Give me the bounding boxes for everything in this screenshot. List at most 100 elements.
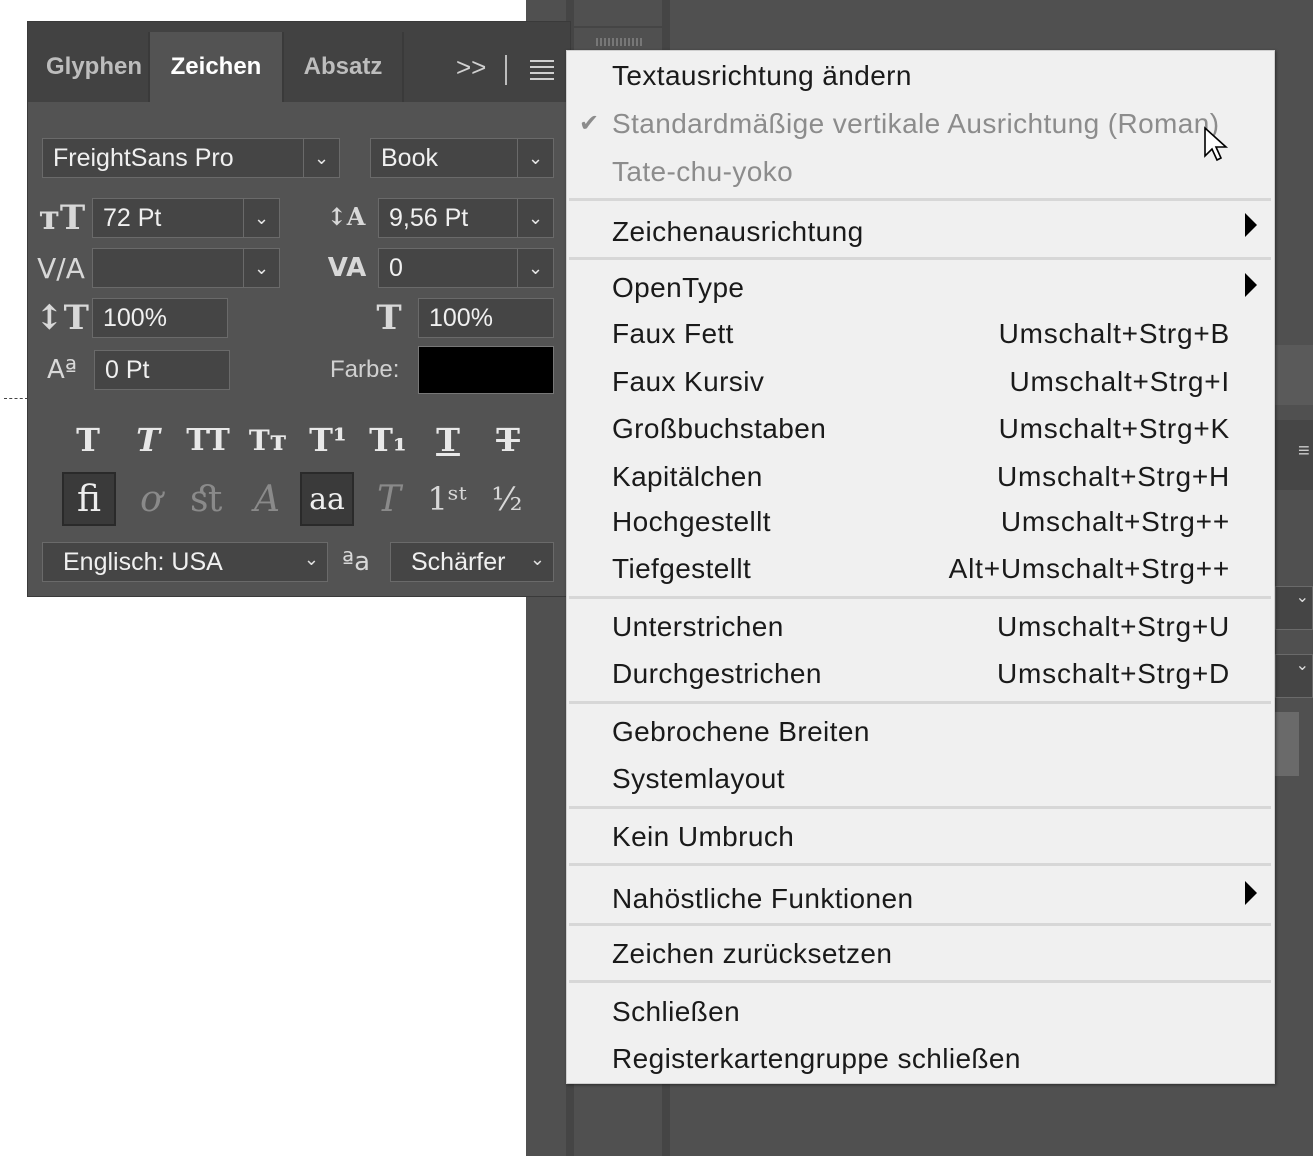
language-value: Englisch: USA [63, 547, 223, 576]
panel-flyout-menu: Textausrichtung ändern ✔ Standardmäßige … [566, 50, 1275, 1084]
vertical-scale-icon: ↕T [35, 298, 89, 338]
color-swatch[interactable] [418, 346, 554, 394]
chevron-down-icon[interactable]: ⌄ [303, 139, 339, 177]
tracking-field[interactable]: 0 ⌄ [378, 248, 554, 288]
standard-ligatures-icon[interactable]: ﬁ [62, 472, 116, 526]
baseline-shift-icon: Aª [46, 355, 78, 385]
menu-separator [569, 806, 1271, 809]
strikethrough-icon[interactable]: T [482, 418, 534, 462]
character-panel: Glyphen Zeichen Absatz >> FreightSans Pr… [28, 22, 570, 596]
menu-separator [569, 923, 1271, 926]
menu-item-system-layout[interactable]: Systemlayout [612, 762, 785, 796]
shortcut-small-caps: Umschalt+Strg+H [997, 461, 1230, 492]
menu-item-tate-chu-yoko[interactable]: Tate-chu-yoko [612, 155, 793, 189]
font-family-select[interactable]: FreightSans Pro ⌄ [42, 138, 340, 178]
menu-item-all-caps[interactable]: Großbuchstaben [612, 412, 826, 446]
all-caps-icon[interactable]: TT [182, 418, 234, 462]
tab-divider [402, 32, 404, 102]
kerning-field[interactable]: ⌄ [92, 248, 280, 288]
panel-grip[interactable] [596, 38, 644, 46]
vertical-scale-field[interactable]: 100% [92, 298, 228, 338]
kerning-icon: V/A [37, 251, 85, 285]
shortcut-subscript: Alt+Umschalt+Strg++ [948, 553, 1230, 584]
hamburger-icon[interactable] [530, 60, 554, 80]
ordinals-icon[interactable]: 1ˢᵗ [420, 472, 474, 526]
shortcut-faux-bold: Umschalt+Strg+B [998, 318, 1230, 349]
baseline-shift-value: 0 Pt [105, 355, 150, 384]
side-panel-menu-icon[interactable]: ≡ [1298, 440, 1312, 462]
titling-alternates-icon[interactable]: T [362, 472, 416, 526]
chevron-down-icon[interactable]: ⌄ [243, 249, 279, 287]
chevron-down-icon[interactable]: ⌄ [517, 249, 553, 287]
fractions-icon[interactable]: ½ [480, 472, 534, 526]
menu-item-subscript[interactable]: Tiefgestellt [612, 552, 751, 586]
tab-zeichen[interactable]: Zeichen [150, 32, 282, 102]
menu-item-faux-bold[interactable]: Faux Fett [612, 317, 734, 351]
menu-item-middle-eastern[interactable]: Nahöstliche Funktionen [612, 882, 913, 916]
menu-separator [569, 980, 1271, 983]
font-size-field[interactable]: 72 Pt ⌄ [92, 198, 280, 238]
chevron-down-icon[interactable]: ⌄ [243, 199, 279, 237]
panel-dock-divider [574, 26, 664, 28]
vertical-scale-value: 100% [103, 303, 167, 332]
menu-item-char-alignment[interactable]: Zeichenausrichtung [612, 215, 864, 249]
antialias-icon: ªa [341, 547, 371, 577]
menu-item-no-break[interactable]: Kein Umbruch [612, 820, 794, 854]
side-panel-dropdown[interactable]: ⌄ [1275, 654, 1313, 698]
language-select[interactable]: Englisch: USA ⌄ [42, 542, 328, 582]
leading-icon: ↕A [326, 201, 366, 231]
stylistic-alternates-icon[interactable]: aa [300, 472, 354, 526]
superscript-icon[interactable]: T¹ [302, 418, 354, 462]
menu-item-text-orientation[interactable]: Textausrichtung ändern [612, 59, 912, 93]
antialias-value: Schärfer [411, 547, 506, 576]
menu-item-fractional-widths[interactable]: Gebrochene Breiten [612, 715, 870, 749]
double-chevron-icon[interactable]: >> [456, 52, 486, 83]
menu-item-superscript[interactable]: Hochgestellt [612, 505, 771, 539]
menu-item-strikethrough[interactable]: Durchgestrichen [612, 657, 822, 691]
menu-item-opentype[interactable]: OpenType [612, 271, 744, 305]
italic-style-icon[interactable]: T [122, 418, 174, 462]
side-panel-scrollbar[interactable] [1275, 712, 1299, 776]
tab-glyphen[interactable]: Glyphen [38, 32, 150, 102]
menu-separator [569, 596, 1271, 599]
menu-item-close-tab-group[interactable]: Registerkartengruppe schließen [612, 1042, 1021, 1076]
checkmark-icon: ✔ [579, 110, 600, 137]
small-caps-icon[interactable]: Tт [242, 418, 294, 462]
font-size-icon: ᴛT [38, 198, 86, 238]
discretionary-ligatures-icon[interactable]: ﬆ [180, 472, 234, 526]
shortcut-strikethrough: Umschalt+Strg+D [997, 658, 1230, 689]
swash-icon[interactable]: A [240, 472, 294, 526]
font-size-value: 72 Pt [103, 203, 162, 232]
tracking-icon: VA [327, 253, 367, 283]
horizontal-scale-field[interactable]: 100% [418, 298, 554, 338]
side-panel-dropdown[interactable]: ⌄ [1275, 586, 1313, 630]
bold-style-icon[interactable]: T [62, 418, 114, 462]
contextual-alternates-icon[interactable]: ơ [124, 472, 178, 526]
chevron-down-icon[interactable]: ⌄ [517, 139, 553, 177]
menu-item-reset-character[interactable]: Zeichen zurücksetzen [612, 937, 892, 971]
underline-icon[interactable]: T [422, 418, 474, 462]
tracking-value: 0 [389, 253, 403, 282]
chevron-down-icon: ⌄ [303, 549, 319, 569]
leading-value: 9,56 Pt [389, 203, 469, 232]
menu-item-underline[interactable]: Unterstrichen [612, 610, 784, 644]
antialias-select[interactable]: Schärfer ⌄ [390, 542, 554, 582]
font-style-select[interactable]: Book ⌄ [370, 138, 554, 178]
shortcut-superscript: Umschalt+Strg++ [1000, 506, 1230, 537]
menu-separator [569, 701, 1271, 704]
horizontal-scale-icon: T [376, 298, 402, 338]
triangle-right-icon [1245, 213, 1257, 237]
panel-tab-bar: Glyphen Zeichen Absatz >> [28, 22, 570, 102]
menu-item-small-caps[interactable]: Kapitälchen [612, 460, 763, 494]
menu-item-close[interactable]: Schließen [612, 995, 740, 1029]
menu-separator [569, 257, 1271, 260]
chevron-down-icon: ⌄ [529, 549, 545, 569]
chevron-down-icon[interactable]: ⌄ [517, 199, 553, 237]
menu-item-standard-vertical[interactable]: Standardmäßige vertikale Ausrichtung (Ro… [612, 107, 1219, 141]
menu-separator [569, 863, 1271, 866]
subscript-icon[interactable]: T₁ [362, 418, 414, 462]
leading-field[interactable]: 9,56 Pt ⌄ [378, 198, 554, 238]
menu-item-faux-italic[interactable]: Faux Kursiv [612, 365, 764, 399]
baseline-shift-field[interactable]: 0 Pt [94, 350, 230, 390]
tab-absatz[interactable]: Absatz [284, 32, 402, 102]
